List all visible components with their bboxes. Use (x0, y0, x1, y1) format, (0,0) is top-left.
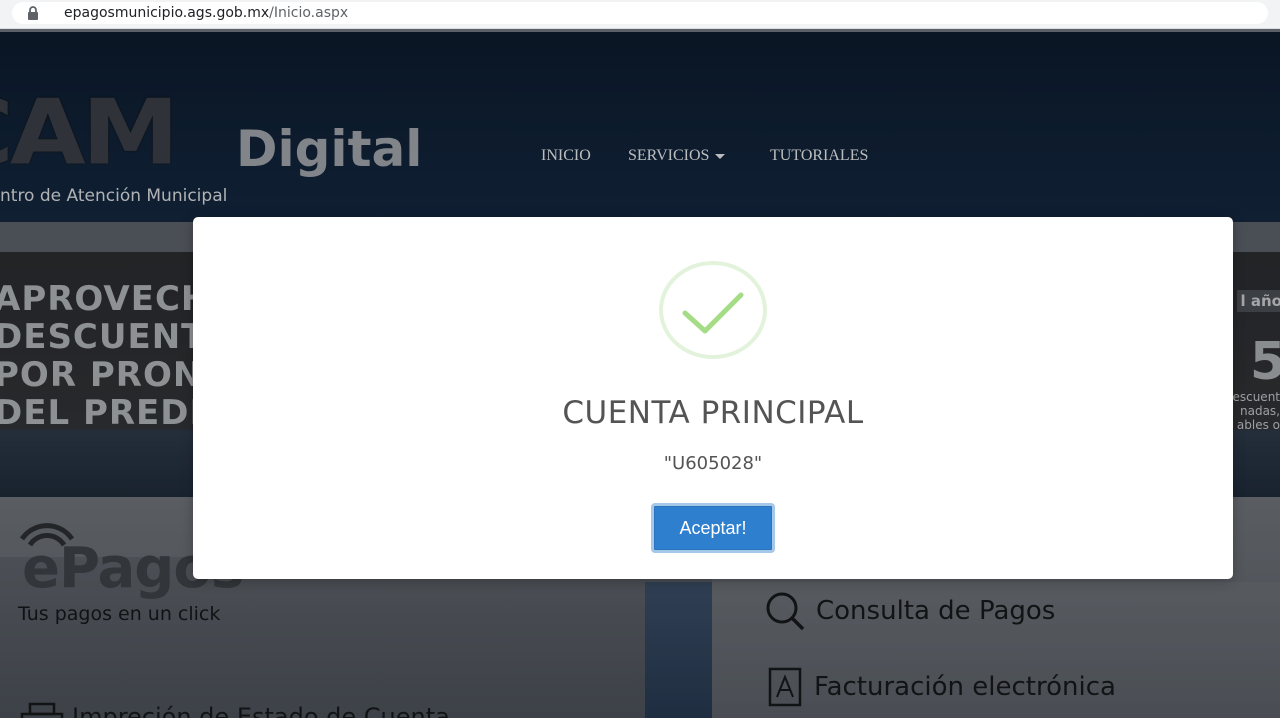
dialog-message: "U605028" (663, 453, 763, 474)
browser-address-bar: epagosmunicipio.ags.gob.mx/Inicio.aspx (0, 0, 1280, 29)
success-dialog: CUENTA PRINCIPAL "U605028" Aceptar! (193, 217, 1233, 579)
url-text: epagosmunicipio.ags.gob.mx/Inicio.aspx (64, 5, 348, 21)
accept-button[interactable]: Aceptar! (651, 503, 775, 553)
success-check-icon (659, 261, 767, 359)
lock-icon (28, 6, 38, 20)
dialog-title: CUENTA PRINCIPAL (562, 395, 864, 431)
url-field[interactable]: epagosmunicipio.ags.gob.mx/Inicio.aspx (12, 2, 1268, 24)
url-path: /Inicio.aspx (269, 5, 349, 21)
url-host: epagosmunicipio.ags.gob.mx (64, 5, 270, 21)
